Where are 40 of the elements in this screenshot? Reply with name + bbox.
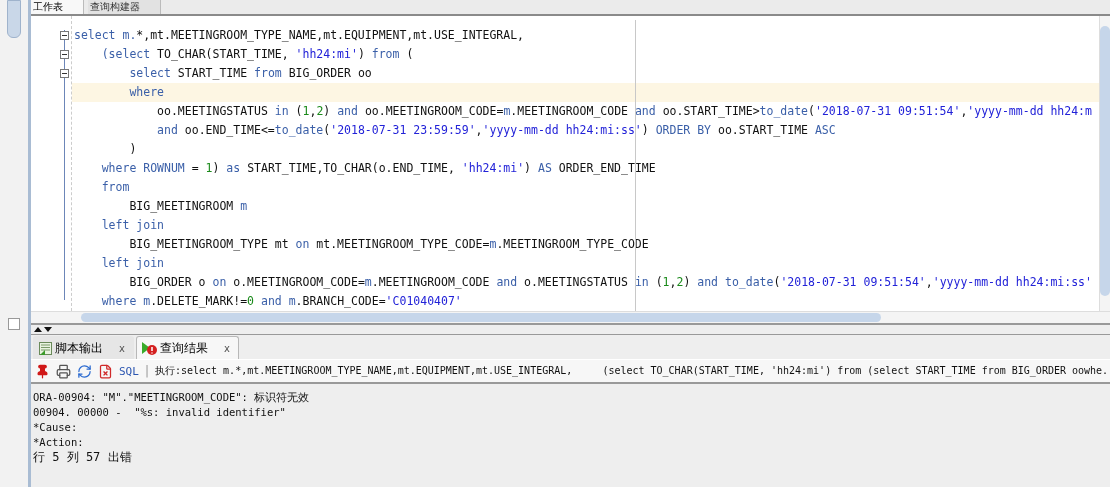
worksheet-tab[interactable]: 查询构建器 xyxy=(88,0,161,14)
toolbar-separator: | xyxy=(144,364,149,378)
code-line: where ROWNUM = 1) as START_TIME,TO_CHAR(o.END_TIME, 'hh24:mi') AS ORDER_END_TIME xyxy=(100,160,657,177)
worksheet-tab[interactable]: 工作表 xyxy=(31,0,84,14)
code-line: ) xyxy=(128,141,138,158)
code-line: from xyxy=(100,179,131,196)
splitter-arrows-icon[interactable] xyxy=(33,326,53,333)
refresh-icon[interactable] xyxy=(77,363,92,379)
collapse-icon[interactable] xyxy=(60,69,69,78)
output-line: *Action: xyxy=(33,435,85,450)
sql-button[interactable]: SQL xyxy=(119,364,139,378)
code-line: select m.*,mt.MEETINGROOM_TYPE_NAME,mt.EQUIPMENT,mt.USE_INTEGRAL, xyxy=(73,27,526,44)
code-line: BIG_MEETINGROOM m xyxy=(128,198,249,215)
collapse-icon[interactable] xyxy=(60,50,69,59)
code-line: oo.MEETINGSTATUS in (1,2) and oo.MEETINGROOM_CODE=m.MEETINGROOM_CODE and oo.START_TIME>to_date('2018-07-31 09:51:54','yyyy-mm-dd hh24:m xyxy=(156,103,1093,120)
output-line: 00904. 00000 - "%s: invalid identifier" xyxy=(33,405,287,420)
result-tab[interactable]: 脚本输出 x xyxy=(33,336,134,359)
code-line: left join xyxy=(100,255,165,272)
document-icon xyxy=(38,340,53,356)
scrollbar-thumb[interactable] xyxy=(81,313,881,322)
output-line: *Cause: xyxy=(33,420,79,435)
printer-icon[interactable] xyxy=(56,363,71,379)
scrollbar-thumb[interactable] xyxy=(7,0,21,38)
scrollbar-thumb[interactable] xyxy=(1100,26,1110,296)
minimize-icon[interactable] xyxy=(8,318,20,330)
code-line: and oo.END_TIME<=to_date('2018-07-31 23:59:59','yyyy-mm-dd hh24:mi:ss') ORDER BY oo.START_TIME ASC xyxy=(156,122,837,139)
output-line: ORA-00904: "M"."MEETINGROOM_CODE": 标识符无效 xyxy=(33,390,311,405)
collapse-icon[interactable] xyxy=(60,31,69,40)
code-line: (select TO_CHAR(START_TIME, 'hh24:mi') from ( xyxy=(100,46,415,63)
output-line: 行 5 列 57 出错 xyxy=(33,450,133,465)
code-line: BIG_ORDER o on o.MEETINGROOM_CODE=m.MEETINGROOM_CODE and o.MEETINGSTATUS in (1,2) and to_date('2018-07-31 09:51:54','yyyy-mm-dd hh24:mi:ss' xyxy=(128,274,1093,291)
result-tab[interactable]: 查询结果 x xyxy=(135,336,239,359)
executed-statement: 执行:select m.*,mt.MEETINGROOM_TYPE_NAME,mt.EQUIPMENT,mt.USE_INTEGRAL, (select TO_CHAR(START_TIME, 'hh24:mi') from (select START_TIME from BIG_ORDER oowhe. xyxy=(154,364,1109,378)
code-line: where m.DELETE_MARK!=0 and m.BRANCH_CODE='C01040407' xyxy=(100,293,463,310)
pin-icon[interactable] xyxy=(35,363,50,379)
run-error-icon xyxy=(140,340,158,356)
code-line: left join xyxy=(100,217,165,234)
code-line: BIG_MEETINGROOM_TYPE mt on mt.MEETINGROOM_TYPE_CODE=m.MEETINGROOM_TYPE_CODE xyxy=(128,236,650,253)
clear-document-icon[interactable] xyxy=(98,363,113,379)
code-line: select START_TIME from BIG_ORDER oo xyxy=(128,65,373,82)
